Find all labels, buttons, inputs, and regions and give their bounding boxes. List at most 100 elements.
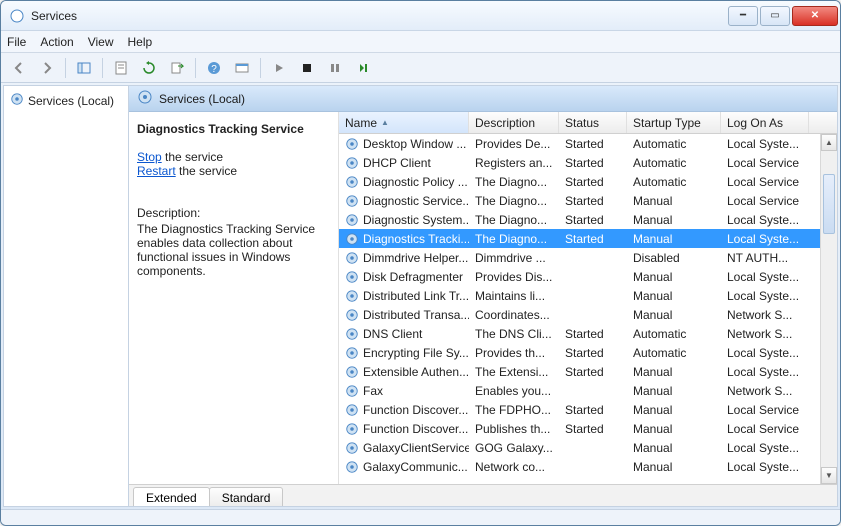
service-row[interactable]: Disk DefragmenterProvides Dis...ManualLo…	[339, 267, 837, 286]
maximize-button[interactable]: ▭	[760, 6, 790, 26]
refresh-button[interactable]	[137, 56, 161, 80]
close-button[interactable]: ✕	[792, 6, 838, 26]
view-tabs: Extended Standard	[129, 484, 837, 506]
column-header-log-on-as[interactable]: Log On As	[721, 112, 809, 133]
tree-root-services-local[interactable]: Services (Local)	[8, 90, 124, 111]
toolbar: ?	[1, 53, 840, 83]
cell-description: The Diagno...	[469, 213, 559, 227]
cell-status: Started	[559, 213, 627, 227]
cell-log-on-as: Local Service	[721, 156, 809, 170]
column-header-description[interactable]: Description	[469, 112, 559, 133]
cell-startup-type: Manual	[627, 403, 721, 417]
cell-status: Started	[559, 403, 627, 417]
cell-name: Disk Defragmenter	[339, 270, 469, 284]
services-window: Services ━ ▭ ✕ File Action View Help ?	[0, 0, 841, 526]
description-label: Description:	[137, 206, 328, 220]
service-row[interactable]: Diagnostic Policy ...The Diagno...Starte…	[339, 172, 837, 191]
service-row[interactable]: Desktop Window ...Provides De...StartedA…	[339, 134, 837, 153]
properties-button[interactable]	[109, 56, 133, 80]
cell-startup-type: Manual	[627, 289, 721, 303]
cell-description: Provides th...	[469, 346, 559, 360]
menu-file[interactable]: File	[7, 35, 26, 49]
back-button[interactable]	[7, 56, 31, 80]
cell-status: Started	[559, 327, 627, 341]
titlebar[interactable]: Services ━ ▭ ✕	[1, 1, 840, 31]
cell-startup-type: Manual	[627, 441, 721, 455]
restart-link[interactable]: Restart	[137, 164, 176, 178]
service-row[interactable]: Function Discover...The FDPHO...StartedM…	[339, 400, 837, 419]
restart-service-button[interactable]	[351, 56, 375, 80]
cell-log-on-as: Local Service	[721, 175, 809, 189]
client-area: Services (Local) Services (Local) Diagno…	[3, 85, 838, 507]
cell-name: Diagnostic Service...	[339, 194, 469, 208]
service-row[interactable]: FaxEnables you...ManualNetwork S...	[339, 381, 837, 400]
scrollbar-thumb[interactable]	[823, 174, 835, 234]
service-row[interactable]: DHCP ClientRegisters an...StartedAutomat…	[339, 153, 837, 172]
svg-text:?: ?	[211, 64, 217, 75]
vertical-scrollbar[interactable]: ▲ ▼	[820, 134, 837, 484]
cell-startup-type: Automatic	[627, 175, 721, 189]
menu-view[interactable]: View	[88, 35, 114, 49]
column-header-startup-type[interactable]: Startup Type	[627, 112, 721, 133]
stop-link-suffix: the service	[162, 150, 223, 164]
cell-log-on-as: Local Syste...	[721, 232, 809, 246]
show-hide-tree-button[interactable]	[72, 56, 96, 80]
cell-log-on-as: Local Service	[721, 403, 809, 417]
services-list: Name▲ Description Status Startup Type Lo…	[339, 112, 837, 484]
service-row[interactable]: DNS ClientThe DNS Cli...StartedAutomatic…	[339, 324, 837, 343]
service-row[interactable]: GalaxyClientServiceGOG Galaxy...ManualLo…	[339, 438, 837, 457]
cell-description: The Extensi...	[469, 365, 559, 379]
cell-startup-type: Manual	[627, 213, 721, 227]
cell-name: Function Discover...	[339, 403, 469, 417]
restart-link-suffix: the service	[176, 164, 237, 178]
selected-service-name: Diagnostics Tracking Service	[137, 122, 328, 136]
help-button[interactable]: ?	[202, 56, 226, 80]
export-button[interactable]	[165, 56, 189, 80]
menu-help[interactable]: Help	[128, 35, 153, 49]
column-header-status[interactable]: Status	[559, 112, 627, 133]
service-row[interactable]: Function Discover...Publishes th...Start…	[339, 419, 837, 438]
service-dialog-button[interactable]	[230, 56, 254, 80]
statusbar	[1, 509, 840, 525]
menu-action[interactable]: Action	[40, 35, 73, 49]
cell-log-on-as: Local Service	[721, 194, 809, 208]
cell-description: Dimmdrive ...	[469, 251, 559, 265]
service-row[interactable]: Diagnostic Service...The Diagno...Starte…	[339, 191, 837, 210]
scroll-down-button[interactable]: ▼	[821, 467, 837, 484]
cell-startup-type: Automatic	[627, 346, 721, 360]
cell-log-on-as: Network S...	[721, 384, 809, 398]
stop-service-button[interactable]	[295, 56, 319, 80]
start-service-button[interactable]	[267, 56, 291, 80]
forward-button[interactable]	[35, 56, 59, 80]
service-row[interactable]: Distributed Transa...Coordinates...Manua…	[339, 305, 837, 324]
service-row[interactable]: GalaxyCommunic...Network co...ManualLoca…	[339, 457, 837, 476]
cell-name: GalaxyCommunic...	[339, 460, 469, 474]
cell-name: Diagnostics Tracki...	[339, 232, 469, 246]
service-row[interactable]: Dimmdrive Helper...Dimmdrive ...Disabled…	[339, 248, 837, 267]
cell-startup-type: Automatic	[627, 156, 721, 170]
service-row[interactable]: Extensible Authen...The Extensi...Starte…	[339, 362, 837, 381]
tree-root-label: Services (Local)	[28, 94, 114, 108]
tab-extended[interactable]: Extended	[133, 487, 210, 507]
cell-log-on-as: Local Syste...	[721, 213, 809, 227]
column-header-name[interactable]: Name▲	[339, 112, 469, 133]
cell-log-on-as: Network S...	[721, 327, 809, 341]
toolbar-separator	[195, 58, 196, 78]
cell-status: Started	[559, 156, 627, 170]
service-row[interactable]: Diagnostic System...The Diagno...Started…	[339, 210, 837, 229]
tab-standard[interactable]: Standard	[209, 487, 284, 507]
cell-name: DNS Client	[339, 327, 469, 341]
cell-description: The FDPHO...	[469, 403, 559, 417]
service-row[interactable]: Encrypting File Sy...Provides th...Start…	[339, 343, 837, 362]
service-row[interactable]: Diagnostics Tracki...The Diagno...Starte…	[339, 229, 837, 248]
services-app-icon	[9, 8, 25, 24]
services-icon	[137, 89, 153, 108]
cell-log-on-as: Local Syste...	[721, 137, 809, 151]
service-row[interactable]: Distributed Link Tr...Maintains li...Man…	[339, 286, 837, 305]
minimize-button[interactable]: ━	[728, 6, 758, 26]
stop-link[interactable]: Stop	[137, 150, 162, 164]
cell-description: The Diagno...	[469, 232, 559, 246]
scroll-up-button[interactable]: ▲	[821, 134, 837, 151]
cell-log-on-as: Local Syste...	[721, 365, 809, 379]
pause-service-button[interactable]	[323, 56, 347, 80]
